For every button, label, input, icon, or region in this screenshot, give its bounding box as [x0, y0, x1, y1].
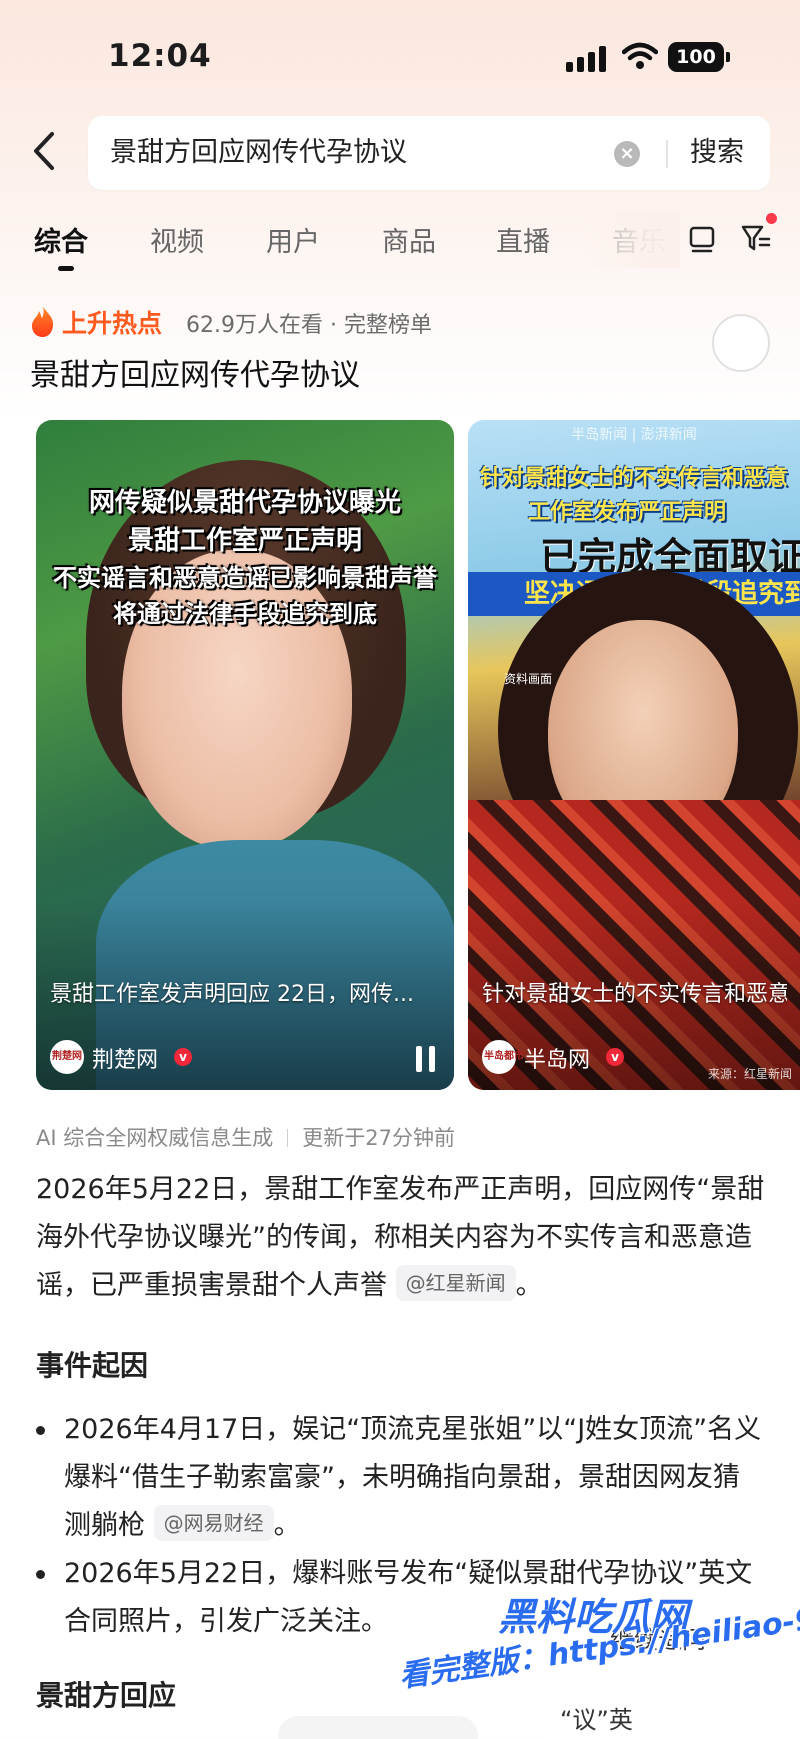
ai-label: AI 综合全网权威信息生成 — [36, 1126, 274, 1150]
section-title: 景甜方回应 — [36, 1679, 177, 1712]
source-logo: 半岛都市 — [482, 1040, 524, 1074]
partial-text: “议”英 — [560, 1706, 633, 1734]
tabs-overflow-icon[interactable] — [688, 222, 716, 254]
thumbnail-headline: 不实谣言和恶意造谣已影响景甜声誉 — [53, 564, 437, 592]
thumbnail-headline: 将通过法律手段追究到底 — [113, 600, 377, 628]
search-bar[interactable]: 景甜方回应网传代孕协议 × 搜索 — [88, 116, 770, 190]
status-time: 12:04 — [108, 38, 212, 74]
battery-icon: 100 — [668, 42, 730, 72]
tab-video[interactable]: 视频 — [150, 220, 204, 259]
meta-divider — [287, 1129, 289, 1147]
video-caption: 景甜工作室发声明回应 22日，网传... — [50, 982, 414, 1007]
category-tabs: 综合 视频 用户 商品 直播 音乐 — [0, 212, 800, 282]
hot-topic-action-button[interactable] — [712, 314, 770, 372]
search-input[interactable]: 景甜方回应网传代孕协议 — [110, 116, 580, 190]
thumbnail-headline: 网传疑似景甜代孕协议曝光 — [88, 488, 401, 518]
hot-meta[interactable]: 62.9万人在看 · 完整榜单 — [186, 307, 432, 339]
verified-icon: v — [174, 1048, 192, 1066]
thumbnail-headline: 针对景甜女士的不实传言和恶意 — [480, 466, 789, 491]
tab-users[interactable]: 用户 — [266, 220, 320, 259]
fire-icon — [32, 306, 54, 337]
thumbnail-small-text: 资料画面 — [504, 672, 553, 686]
ai-summary: 2026年5月22日，景甜工作室发布严正声明，回应网传“景甜海外代孕协议曝光”的… — [36, 1174, 765, 1301]
tab-live[interactable]: 直播 — [496, 220, 550, 259]
hot-label: 上升热点 — [62, 309, 163, 338]
citation-chip[interactable]: @网易财经 — [153, 1505, 274, 1541]
filter-icon[interactable] — [740, 222, 772, 254]
section-title: 事件起因 — [36, 1349, 149, 1382]
search-button[interactable]: 搜索 — [690, 116, 744, 190]
thumbnail-headline: 景甜工作室严正声明 — [127, 526, 362, 556]
video-card[interactable]: 网传疑似景甜代孕协议曝光 景甜工作室严正声明 不实谣言和恶意造谣已影响景甜声誉 … — [36, 420, 454, 1090]
source-credit: 来源：红星新闻 — [707, 1067, 792, 1081]
active-tab-indicator — [58, 266, 74, 271]
ai-meta: AI 综合全网权威信息生成 更新于27分钟前 — [36, 1122, 455, 1152]
clear-icon[interactable]: × — [614, 141, 640, 167]
ai-updated: 更新于27分钟前 — [302, 1126, 455, 1150]
citation-chip[interactable]: @红星新闻 — [395, 1265, 516, 1301]
topic-title[interactable]: 景甜方回应网传代孕协议 — [30, 350, 360, 394]
video-card[interactable]: 半岛新闻 | 澎湃新闻 针对景甜女士的不实传言和恶意 工作室发布严正声明 已完成… — [468, 420, 800, 1090]
search-divider — [666, 140, 668, 168]
tab-comprehensive[interactable]: 综合 — [34, 220, 88, 259]
status-bar: 12:04 100 — [0, 0, 800, 100]
verified-icon: v — [606, 1048, 624, 1066]
list-item: 2026年4月17日，娱记“顶流克星张姐”以“J姓女顶流”名义爆料“借生子勒索富… — [36, 1406, 766, 1550]
thumbnail-top-text: 半岛新闻 | 澎湃新闻 — [571, 427, 697, 443]
source-name: 半岛网 — [524, 1048, 591, 1073]
bottom-pill — [278, 1716, 478, 1739]
back-arrow-icon[interactable] — [26, 126, 62, 176]
tab-products[interactable]: 商品 — [382, 220, 436, 259]
tabs-fade — [580, 212, 680, 268]
source-logo: 荆楚网 — [50, 1040, 84, 1074]
pause-icon[interactable] — [416, 1046, 436, 1072]
cellular-signal-icon — [566, 44, 608, 72]
source-name: 荆楚网 — [92, 1048, 159, 1073]
notification-dot — [766, 213, 777, 224]
wifi-icon — [622, 42, 658, 69]
thumbnail-headline: 工作室发布严正声明 — [528, 500, 727, 525]
video-caption: 针对景甜女士的不实传言和恶意 — [482, 982, 788, 1007]
